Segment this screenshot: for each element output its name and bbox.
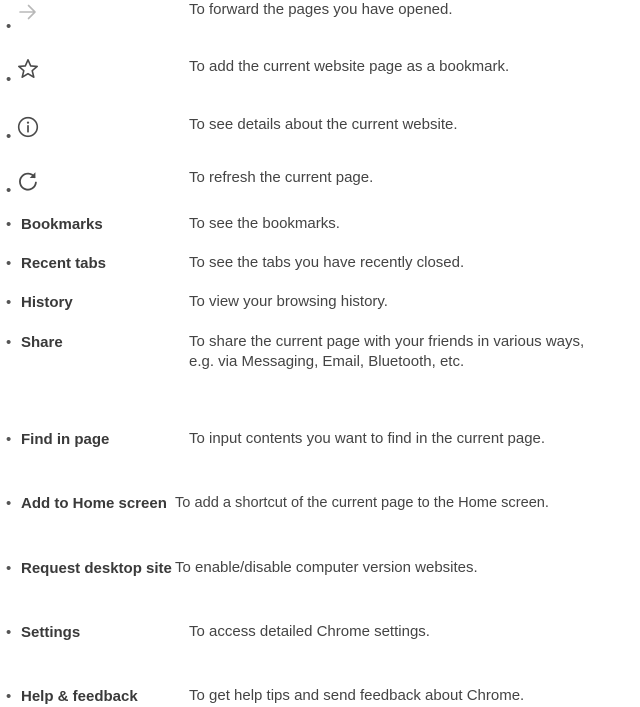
bullet: • — [6, 182, 12, 199]
bullet: • — [6, 294, 12, 311]
menu-description-help-and-feedback: To get help tips and send feedback about… — [189, 687, 525, 704]
bullet: • — [6, 334, 12, 351]
bullet: • — [6, 431, 12, 448]
menu-description-history: To view your browsing history. — [189, 293, 388, 310]
bullet: • — [6, 688, 12, 705]
menu-label-help-and-feedback: Help & feedback — [21, 688, 138, 705]
menu-label-share: Share — [21, 334, 63, 351]
forward-description: To forward the pages you have opened. — [189, 1, 453, 18]
star-icon — [16, 57, 40, 86]
bullet: • — [6, 560, 12, 577]
bullet: • — [6, 128, 12, 145]
menu-description-bookmarks: To see the bookmarks. — [189, 215, 340, 232]
bullet: • — [6, 18, 12, 35]
menu-description-share: To share the current page with your frie… — [189, 333, 585, 370]
menu-label-bookmarks: Bookmarks — [21, 216, 103, 233]
bullet: • — [6, 624, 12, 641]
arrow-forward-icon — [16, 0, 40, 29]
refresh-description: To refresh the current page. — [189, 169, 374, 186]
bullet: • — [6, 495, 12, 512]
bullet: • — [6, 71, 12, 88]
info-icon — [16, 115, 40, 144]
menu-label-find-in-page: Find in page — [21, 431, 110, 448]
bookmark-star-description: To add the current website page as a boo… — [189, 58, 510, 75]
menu-label-add-to-home-screen: Add to Home screen — [21, 495, 167, 512]
menu-description-find-in-page: To input contents you want to find in th… — [189, 430, 546, 447]
menu-description-request-desktop-site: To enable/disable computer version websi… — [175, 559, 478, 576]
menu-label-request-desktop-site: Request desktop site — [21, 560, 172, 577]
menu-description-add-to-home-screen: To add a shortcut of the current page to… — [175, 495, 549, 511]
menu-description-settings: To access detailed Chrome settings. — [189, 623, 430, 640]
menu-label-recent-tabs: Recent tabs — [21, 255, 107, 272]
info-description: To see details about the current website… — [189, 116, 458, 133]
bullet: • — [6, 255, 12, 272]
bullet: • — [6, 216, 12, 233]
menu-label-history: History — [21, 294, 73, 311]
menu-label-settings: Settings — [21, 624, 81, 641]
refresh-icon — [16, 169, 40, 198]
menu-description-recent-tabs: To see the tabs you have recently closed… — [189, 254, 465, 271]
